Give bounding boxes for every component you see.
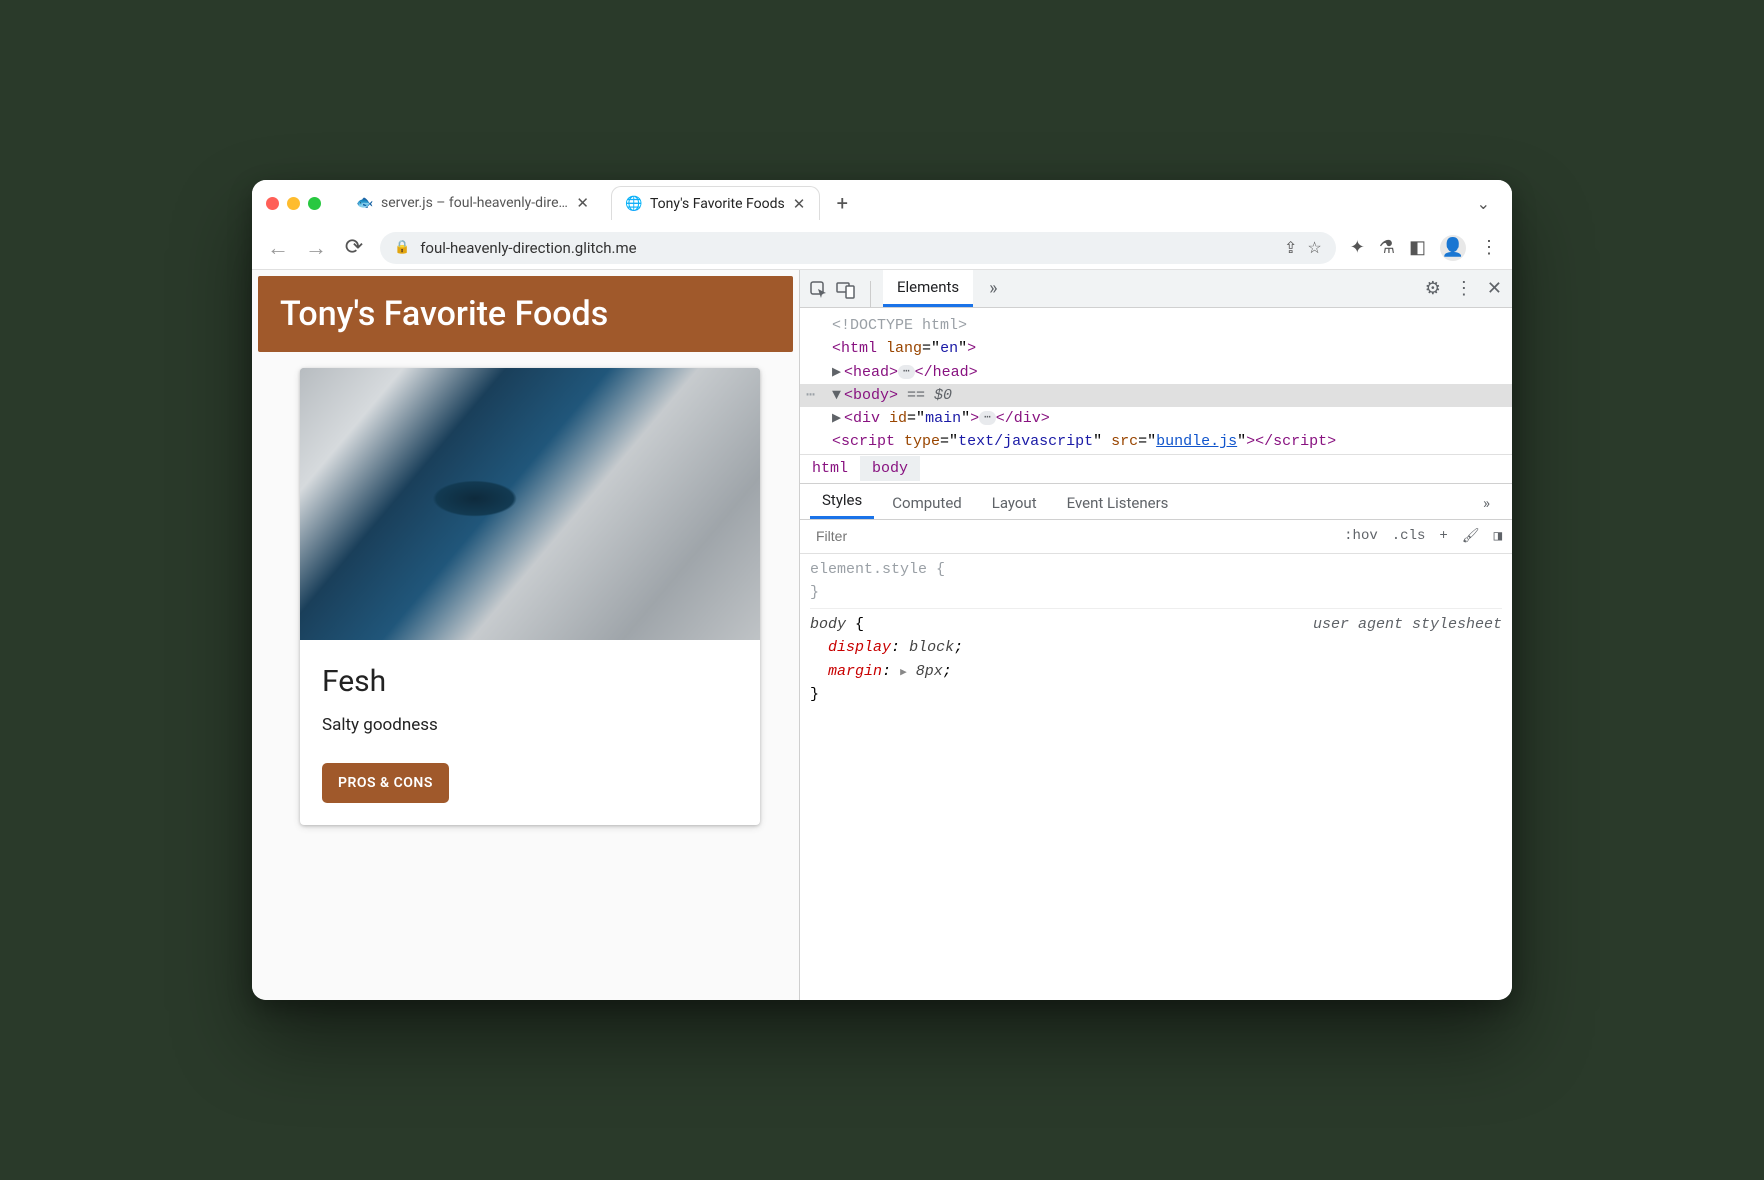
styles-tab-listeners[interactable]: Event Listeners xyxy=(1055,487,1181,519)
hov-toggle[interactable]: :hov xyxy=(1344,528,1378,544)
computed-toggle-icon[interactable]: ◨ xyxy=(1494,528,1502,545)
dom-body[interactable]: <body> == $0 xyxy=(844,387,952,404)
card-image xyxy=(300,368,760,640)
share-icon[interactable]: ⇪ xyxy=(1284,238,1297,257)
dom-script[interactable]: <script type="text/javascript" src="bund… xyxy=(832,433,1336,450)
pros-cons-button[interactable]: PROS & CONS xyxy=(322,763,449,803)
back-button[interactable]: ← xyxy=(266,235,290,261)
content-split: Tony's Favorite Foods Fesh Salty goodnes… xyxy=(252,270,1512,1000)
address-bar[interactable]: 🔒 foul-heavenly-direction.glitch.me ⇪ ☆ xyxy=(380,232,1336,264)
tab-title: Tony's Favorite Foods xyxy=(650,196,785,212)
window-controls xyxy=(266,197,321,210)
dom-html-open[interactable]: <html lang="en"> xyxy=(832,340,976,357)
tab-glitch-editor[interactable]: 🐟 server.js – foul-heavenly-direct ✕ xyxy=(343,186,603,220)
rule-body[interactable]: user agent stylesheet body { display: bl… xyxy=(810,608,1502,706)
extensions-icon[interactable]: ✦ xyxy=(1350,237,1365,258)
reload-button[interactable]: ⟳ xyxy=(342,235,366,260)
styles-tab-styles[interactable]: Styles xyxy=(810,484,874,519)
new-tab-button[interactable]: + xyxy=(828,189,856,217)
page-viewport: Tony's Favorite Foods Fesh Salty goodnes… xyxy=(252,270,800,1000)
close-tab-icon[interactable]: ✕ xyxy=(576,194,589,212)
tab-title: server.js – foul-heavenly-direct xyxy=(381,195,568,211)
card-subtitle: Salty goodness xyxy=(322,715,738,735)
rule-source: user agent stylesheet xyxy=(1313,613,1502,636)
expand-caret-icon[interactable]: ▶ xyxy=(900,667,907,679)
cls-toggle[interactable]: .cls xyxy=(1392,528,1426,544)
device-toolbar-icon[interactable] xyxy=(836,281,856,299)
elements-tree[interactable]: <!DOCTYPE html> <html lang="en"> ▶<head>… xyxy=(800,308,1512,454)
dom-head[interactable]: <head>⋯</head> xyxy=(844,364,978,381)
dom-div-main[interactable]: <div id="main">⋯</div> xyxy=(844,410,1050,427)
url-text: foul-heavenly-direction.glitch.me xyxy=(420,239,1274,257)
close-tab-icon[interactable]: ✕ xyxy=(793,195,806,213)
food-card: Fesh Salty goodness PROS & CONS xyxy=(300,368,760,825)
elements-breadcrumb: html body xyxy=(800,454,1512,484)
tab-tony-foods[interactable]: 🌐 Tony's Favorite Foods ✕ xyxy=(611,186,820,220)
profile-avatar[interactable]: 👤 xyxy=(1440,235,1466,261)
breadcrumb-html[interactable]: html xyxy=(800,456,860,481)
menu-icon[interactable]: ⋮ xyxy=(1480,237,1498,258)
browser-window: 🐟 server.js – foul-heavenly-direct ✕ 🌐 T… xyxy=(252,180,1512,1000)
gear-icon[interactable]: ⚙ xyxy=(1425,278,1441,299)
styles-tab-computed[interactable]: Computed xyxy=(880,487,974,519)
card-title: Fesh xyxy=(322,664,738,699)
maximize-window-button[interactable] xyxy=(308,197,321,210)
expand-caret-icon[interactable]: ▶ xyxy=(832,407,844,430)
labs-icon[interactable]: ⚗ xyxy=(1379,237,1395,258)
new-rule-button[interactable]: + xyxy=(1439,528,1447,544)
styles-toolbar: :hov .cls + 🖌 ◨ xyxy=(800,520,1512,554)
inspect-element-icon[interactable] xyxy=(810,281,828,299)
close-window-button[interactable] xyxy=(266,197,279,210)
tab-strip: 🐟 server.js – foul-heavenly-direct ✕ 🌐 T… xyxy=(252,180,1512,226)
page-title: Tony's Favorite Foods xyxy=(258,276,793,352)
devtools-tabs-overflow[interactable]: » xyxy=(975,270,1011,307)
toolbar: ← → ⟳ 🔒 foul-heavenly-direction.glitch.m… xyxy=(252,226,1512,270)
kebab-icon[interactable]: ⋮ xyxy=(1455,278,1473,299)
devtools: Elements » ⚙ ⋮ ✕ <!DOCTYPE html> <html l… xyxy=(800,270,1512,1000)
expand-caret-icon[interactable]: ▶ xyxy=(832,361,844,384)
all-tabs-button[interactable]: ⌄ xyxy=(1469,190,1498,217)
sidepanel-icon[interactable]: ◧ xyxy=(1409,237,1426,258)
dom-doctype[interactable]: <!DOCTYPE html> xyxy=(832,317,967,334)
collapse-caret-icon[interactable]: ▼ xyxy=(832,384,844,407)
breadcrumb-body[interactable]: body xyxy=(860,456,920,481)
paint-icon[interactable]: 🖌 xyxy=(1462,528,1480,545)
styles-rules[interactable]: element.style { } user agent stylesheet … xyxy=(800,554,1512,719)
lock-icon: 🔒 xyxy=(394,240,410,255)
styles-tab-bar: Styles Computed Layout Event Listeners » xyxy=(800,484,1512,520)
rule-element-style[interactable]: element.style { } xyxy=(810,558,1502,605)
minimize-window-button[interactable] xyxy=(287,197,300,210)
styles-filter-input[interactable] xyxy=(810,524,1110,548)
devtools-tab-elements[interactable]: Elements xyxy=(883,270,973,307)
glitch-favicon: 🐟 xyxy=(357,195,373,211)
styles-tabs-overflow[interactable]: » xyxy=(1471,487,1502,519)
forward-button[interactable]: → xyxy=(304,235,328,261)
close-devtools-icon[interactable]: ✕ xyxy=(1487,278,1502,299)
styles-tab-layout[interactable]: Layout xyxy=(980,487,1049,519)
globe-favicon: 🌐 xyxy=(626,196,642,212)
bookmark-icon[interactable]: ☆ xyxy=(1307,238,1321,257)
toolbar-icons: ✦ ⚗ ◧ 👤 ⋮ xyxy=(1350,235,1498,261)
devtools-tab-bar: Elements » ⚙ ⋮ ✕ xyxy=(800,270,1512,308)
